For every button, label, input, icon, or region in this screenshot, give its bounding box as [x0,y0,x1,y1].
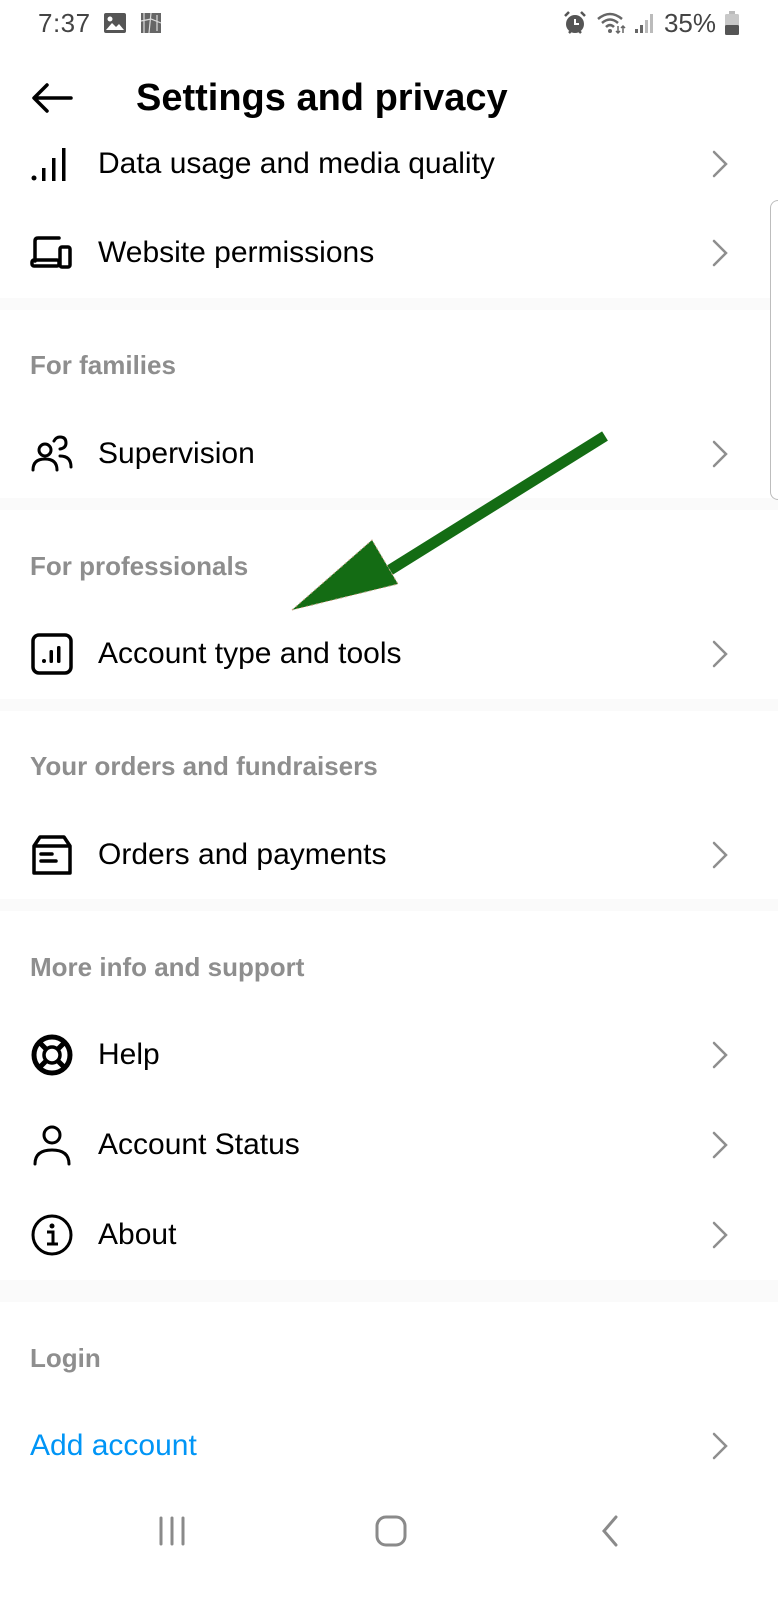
back-icon [602,1515,618,1547]
section-header-orders: Your orders and fundraisers [30,751,378,781]
list-item-account-status[interactable]: Account Status [0,1100,778,1190]
signal-icon [634,11,656,35]
person-icon [30,1123,74,1167]
list-item-website-permissions[interactable]: Website permissions [0,208,778,298]
list-item-orders-and-payments[interactable]: Orders and payments [0,810,778,900]
section-divider [0,1280,778,1302]
list-item-label: Website permissions [98,236,375,269]
chevron-right-icon [712,841,728,869]
status-time: 7:37 [38,7,91,38]
chevron-right-icon [712,1041,728,1069]
system-nav-bar [0,1490,778,1570]
list-item-label: Supervision [98,437,255,470]
section-header-professionals: For professionals [30,551,249,581]
lifebuoy-icon [30,1033,74,1077]
wifi-icon [596,10,626,36]
list-item-label: Add account [30,1429,197,1462]
recent-apps-button[interactable] [142,1508,202,1554]
chevron-right-icon [712,640,728,668]
list-item-label: About [98,1218,177,1251]
list-item-help[interactable]: Help [0,1010,778,1100]
info-icon [30,1213,74,1257]
list-item-supervision[interactable]: Supervision [0,409,778,499]
chart-box-icon [30,632,74,676]
status-bar: 7:37 35% [0,0,778,46]
list-item-label: Data usage and media quality [98,147,495,180]
chevron-right-icon [712,239,728,267]
gallery-icon [103,12,127,34]
scrollbar[interactable] [770,200,778,500]
section-divider [0,298,778,310]
add-account-link[interactable]: Add account [0,1401,778,1491]
app-notification-icon [139,11,163,35]
list-item-label: Help [98,1038,160,1071]
section-header-login: Login [30,1343,101,1373]
list-item-label: Account type and tools [98,637,402,670]
section-divider [0,699,778,711]
home-button[interactable] [361,1508,421,1554]
list-item-label: Account Status [98,1128,300,1161]
chevron-right-icon [712,150,728,178]
chevron-right-icon [712,1432,728,1460]
section-header-families: For families [30,350,176,380]
page-title: Settings and privacy [136,76,508,119]
recent-apps-icon [159,1516,185,1546]
people-icon [30,432,74,476]
list-item-data-usage[interactable]: Data usage and media quality [0,119,778,209]
chevron-right-icon [712,440,728,468]
section-header-support: More info and support [30,952,305,982]
list-item-account-type-and-tools[interactable]: Account type and tools [0,609,778,699]
system-back-button[interactable] [580,1508,640,1554]
chevron-right-icon [712,1131,728,1159]
arrow-left-icon [32,83,73,113]
battery-percent: 35% [663,7,716,38]
section-divider [0,899,778,911]
devices-icon [30,231,74,275]
battery-icon [724,10,740,36]
chevron-right-icon [712,1221,728,1249]
package-icon [30,833,74,877]
list-item-label: Orders and payments [98,838,387,871]
home-icon [375,1515,407,1547]
signal-bars-icon [30,142,74,186]
list-item-about[interactable]: About [0,1190,778,1280]
section-divider [0,498,778,510]
alarm-icon [562,10,588,36]
